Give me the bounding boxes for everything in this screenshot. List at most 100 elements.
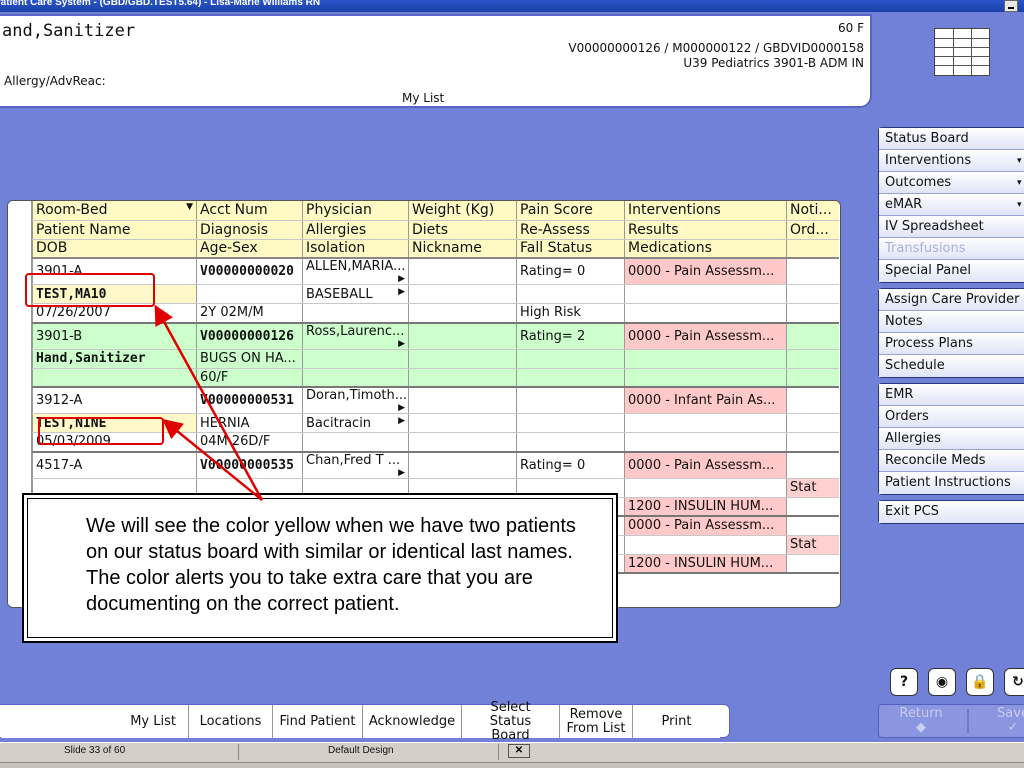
- menu-item-transfusions[interactable]: Transfusions: [879, 238, 1024, 260]
- table-row[interactable]: 60/F: [32, 368, 839, 388]
- cell-value: V00000000126: [200, 328, 294, 344]
- expand-arrow-icon[interactable]: ▶: [398, 287, 405, 297]
- cell-value: 0000 - Pain Assessm...: [628, 518, 775, 534]
- menu-item-exit-pcs[interactable]: Exit PCS: [879, 501, 1024, 523]
- menu-item-interventions[interactable]: Interventions ▾: [879, 150, 1024, 172]
- highlight-box-test-nine: [38, 417, 164, 445]
- column-header[interactable]: Medications: [624, 239, 787, 259]
- column-header[interactable]: Age-Sex: [196, 239, 303, 259]
- table-cell: V00000000535: [196, 451, 303, 479]
- patient-chart-icon[interactable]: [934, 28, 990, 76]
- column-header[interactable]: Acct Num: [196, 201, 303, 221]
- cell-value: Ross,Laurenc...: [306, 323, 405, 339]
- cell-value: 1200 - INSULIN HUM...: [628, 498, 774, 514]
- menu-item-label: Notes: [885, 314, 923, 329]
- expand-arrow-icon[interactable]: ▶: [398, 416, 405, 426]
- column-header[interactable]: Isolation: [302, 239, 409, 259]
- nav-select-status-board-button[interactable]: Select Status Board: [461, 700, 559, 742]
- table-cell: [516, 368, 625, 388]
- spellcheck-icon[interactable]: ✕: [508, 744, 530, 758]
- nav-acknowledge-button[interactable]: Acknowledge: [362, 705, 461, 738]
- cell-value: Bacitracin: [306, 415, 372, 431]
- nav-print-button[interactable]: Print: [632, 705, 720, 738]
- table-cell: [302, 349, 409, 369]
- table-cell: 0000 - Pain Assessm...: [624, 322, 787, 350]
- column-header[interactable]: Diets: [408, 220, 517, 240]
- table-row[interactable]: 07/26/2007 2Y 02M/M High Risk: [32, 303, 839, 324]
- cell-value: Hand,Sanitizer: [36, 351, 146, 366]
- table-cell: [786, 322, 839, 350]
- expand-arrow-icon[interactable]: ▶: [398, 339, 405, 349]
- slide-counter: Slide 33 of 60: [64, 745, 126, 756]
- table-row[interactable]: 4517-A V00000000535 Chan,Fred T ... ▶ Rating…: [32, 451, 839, 479]
- expand-arrow-icon[interactable]: ▶: [398, 468, 405, 478]
- column-header[interactable]: Ord...: [786, 220, 839, 240]
- table-cell: [624, 478, 787, 498]
- menu-item-emar[interactable]: eMAR ▾: [879, 194, 1024, 216]
- column-header[interactable]: Allergies: [302, 220, 409, 240]
- table-cell: [786, 413, 839, 433]
- column-header[interactable]: Interventions: [624, 201, 787, 221]
- column-header[interactable]: Room-Bed ▼: [32, 201, 197, 221]
- menu-item-assign-care-provider[interactable]: Assign Care Provider: [879, 289, 1024, 311]
- return-button[interactable]: Return ◆: [887, 707, 955, 735]
- menu-item-process-plans[interactable]: Process Plans: [879, 333, 1024, 355]
- menu-item-patient-instructions[interactable]: Patient Instructions: [879, 472, 1024, 494]
- column-header[interactable]: Nickname: [408, 239, 517, 259]
- menu-item-reconcile-meds[interactable]: Reconcile Meds: [879, 450, 1024, 472]
- menu-item-outcomes[interactable]: Outcomes ▾: [879, 172, 1024, 194]
- cell-value: 0000 - Pain Assessm...: [628, 328, 775, 344]
- minimize-button[interactable]: [1004, 0, 1018, 12]
- nav-find-patient-button[interactable]: Find Patient: [272, 705, 362, 738]
- nav-locations-button[interactable]: Locations: [188, 705, 272, 738]
- column-header[interactable]: Weight (Kg): [408, 201, 517, 221]
- menu-item-special-panel[interactable]: Special Panel: [879, 260, 1024, 282]
- menu-item-status-board[interactable]: Status Board: [879, 128, 1024, 150]
- table-cell: Rating= 0: [516, 451, 625, 479]
- menu-item-schedule[interactable]: Schedule: [879, 355, 1024, 377]
- column-header[interactable]: DOB: [32, 239, 197, 259]
- save-button[interactable]: Save✓: [983, 707, 1024, 735]
- table-row[interactable]: Hand,Sanitizer BUGS ON HA...: [32, 349, 839, 369]
- table-cell: 3912-A: [32, 387, 197, 414]
- table-cell: 2Y 02M/M: [196, 303, 303, 324]
- table-cell: [408, 432, 517, 453]
- taskbar-strip: [0, 762, 1024, 768]
- column-header[interactable]: Diagnosis: [196, 220, 303, 240]
- column-header[interactable]: [786, 239, 839, 259]
- menu-group: EMR Orders Allergies Reconcile Meds Patient …: [878, 383, 1024, 495]
- sort-dropdown-icon[interactable]: ▼: [186, 202, 193, 212]
- column-header[interactable]: Pain Score: [516, 201, 625, 221]
- column-header[interactable]: Noti...: [786, 201, 839, 221]
- column-header[interactable]: Physician: [302, 201, 409, 221]
- menu-item-label: Exit PCS: [885, 504, 939, 519]
- menu-item-emr[interactable]: EMR: [879, 384, 1024, 406]
- table-cell: Hand,Sanitizer: [32, 349, 197, 369]
- lock-icon[interactable]: 🔒: [966, 668, 994, 696]
- patient-ids: V00000000126 / M000000122 / GBDVID000015…: [568, 41, 864, 55]
- expand-arrow-icon[interactable]: ▶: [398, 403, 405, 413]
- menu-item-iv-spreadsheet[interactable]: IV Spreadsheet: [879, 216, 1024, 238]
- table-row[interactable]: 3912-A V00000000531 Doran,Timoth... ▶ 0000 -…: [32, 387, 839, 414]
- refresh-icon[interactable]: ↻: [1004, 668, 1024, 696]
- table-cell: [408, 413, 517, 433]
- column-header[interactable]: Fall Status: [516, 239, 625, 259]
- help-icon[interactable]: ?: [890, 668, 918, 696]
- column-header[interactable]: Re-Assess: [516, 220, 625, 240]
- table-row[interactable]: 3901-B V00000000126 Ross,Laurenc... ▶ Rating…: [32, 322, 839, 350]
- menu-item-notes[interactable]: Notes: [879, 311, 1024, 333]
- expand-arrow-icon[interactable]: ▶: [398, 274, 405, 284]
- menu-item-orders[interactable]: Orders: [879, 406, 1024, 428]
- menu-item-label: eMAR: [885, 197, 923, 212]
- column-header[interactable]: Results: [624, 220, 787, 240]
- column-header[interactable]: Patient Name: [32, 220, 197, 240]
- menu-item-label: Orders: [885, 409, 929, 424]
- table-cell: [32, 368, 197, 388]
- menu-item-allergies[interactable]: Allergies: [879, 428, 1024, 450]
- globe-icon[interactable]: ◉: [928, 668, 956, 696]
- patient-name: and,Sanitizer: [2, 21, 136, 41]
- nav-remove-from-list-button[interactable]: Remove From List: [559, 705, 632, 738]
- submenu-arrow-icon: ▾: [1017, 200, 1022, 210]
- cell-value: 2Y 02M/M: [200, 305, 264, 321]
- nav-my-list-button[interactable]: My List: [1, 705, 188, 738]
